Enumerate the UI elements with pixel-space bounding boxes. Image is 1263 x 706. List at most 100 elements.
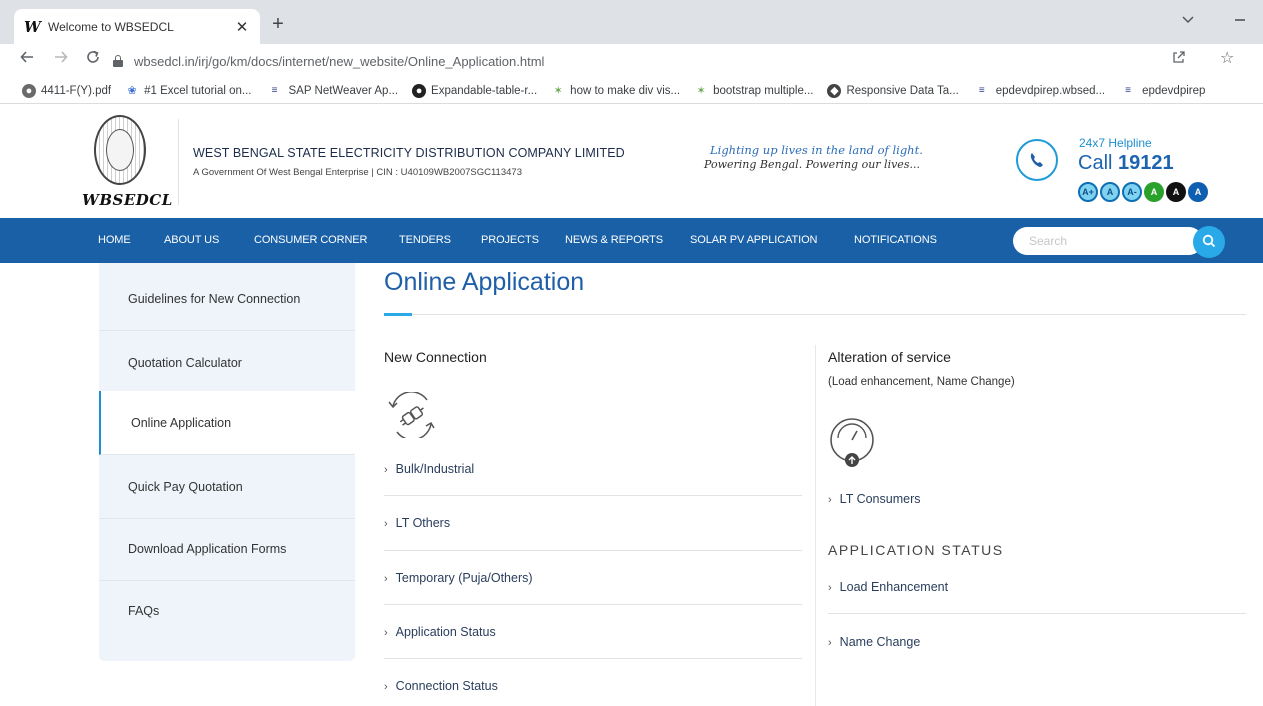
theme-high-contrast-button[interactable]: A bbox=[1166, 182, 1186, 202]
header-divider bbox=[178, 119, 179, 205]
font-increase-button[interactable]: A+ bbox=[1078, 182, 1098, 202]
sidebar-item-quotation-calculator[interactable]: Quotation Calculator bbox=[99, 331, 355, 395]
tab-search-chevron-icon[interactable] bbox=[1182, 13, 1194, 27]
sidebar-item-download-forms[interactable]: Download Application Forms bbox=[99, 517, 355, 581]
bookmark-label: SAP NetWeaver Ap... bbox=[288, 84, 399, 97]
browser-tab[interactable]: W Welcome to WBSEDCL ✕ bbox=[14, 9, 260, 44]
bookmarks-bar: ● 4411-F(Y).pdf ❀ #1 Excel tutorial on... ≡ S… bbox=[0, 78, 1263, 104]
stackoverflow-icon: ✶ bbox=[696, 84, 706, 97]
bookmark-item[interactable]: ≡ epdevdpirep.wbsed... bbox=[973, 84, 1105, 98]
theme-blue-button[interactable]: A bbox=[1188, 182, 1208, 202]
stackoverflow-icon: ✶ bbox=[553, 84, 563, 97]
link-lt-others[interactable]: › LT Others bbox=[384, 516, 450, 530]
browser-toolbar: wbsedcl.in/irj/go/km/docs/internet/new_w… bbox=[0, 44, 1263, 78]
phone-call-icon bbox=[1016, 139, 1058, 181]
lock-icon[interactable] bbox=[112, 55, 124, 67]
tagline-line-1: Lighting up lives in the land of light. bbox=[710, 143, 923, 157]
theme-green-button[interactable]: A bbox=[1144, 182, 1164, 202]
chevron-right-icon: › bbox=[384, 464, 388, 476]
nav-consumer-corner[interactable]: CONSUMER CORNER bbox=[254, 234, 368, 246]
url-text[interactable]: wbsedcl.in/irj/go/km/docs/internet/new_w… bbox=[134, 54, 544, 69]
title-rule bbox=[384, 314, 1246, 315]
nav-tenders[interactable]: TENDERS bbox=[399, 234, 451, 246]
row-divider bbox=[384, 550, 802, 551]
link-connection-status[interactable]: › Connection Status bbox=[384, 679, 498, 693]
sap-icon: ≡ bbox=[1125, 84, 1132, 96]
wbsedcl-logo[interactable]: WBSEDCL bbox=[82, 115, 174, 209]
sap-icon: ≡ bbox=[271, 84, 278, 96]
sidebar: Guidelines for New Connection Quotation … bbox=[99, 263, 355, 661]
bookmark-item[interactable]: ● 4411-F(Y).pdf bbox=[22, 83, 112, 98]
link-application-status[interactable]: › Application Status bbox=[384, 625, 496, 639]
search-input[interactable] bbox=[1013, 227, 1203, 255]
meter-gauge-icon bbox=[826, 416, 878, 473]
bookmark-item[interactable]: ✶ how to make div vis... bbox=[551, 84, 681, 98]
bookmark-item[interactable]: ◆ Responsive Data Ta... bbox=[827, 83, 959, 98]
emblem-seal-icon bbox=[94, 115, 146, 185]
nav-about-us[interactable]: ABOUT US bbox=[164, 234, 219, 246]
new-connection-plug-icon bbox=[385, 391, 439, 441]
sidebar-item-online-application[interactable]: Online Application bbox=[99, 391, 355, 455]
helpline-number[interactable]: Call 19121 bbox=[1078, 152, 1174, 175]
bookmark-star-icon[interactable]: ☆ bbox=[1220, 48, 1234, 68]
alteration-subheading: (Load enhancement, Name Change) bbox=[828, 376, 1015, 388]
bookmark-item[interactable]: ❀ #1 Excel tutorial on... bbox=[125, 84, 252, 98]
wbsedcl-favicon-icon: W bbox=[24, 17, 41, 36]
chevron-right-icon: › bbox=[384, 627, 388, 639]
helpline-digits: 19121 bbox=[1118, 152, 1174, 174]
chevron-right-icon: › bbox=[828, 582, 832, 594]
nav-solar-pv-application[interactable]: SOLAR PV APPLICATION bbox=[690, 234, 818, 246]
nav-news-reports[interactable]: NEWS & REPORTS bbox=[565, 234, 663, 246]
bookmark-label: epdevdpirep.wbsed... bbox=[995, 84, 1106, 97]
nav-home[interactable]: HOME bbox=[98, 234, 131, 246]
bookmark-label: how to make div vis... bbox=[570, 84, 681, 97]
sidebar-item-faqs[interactable]: FAQs bbox=[99, 579, 355, 643]
bookmark-item[interactable]: ≡ epdevdpirep bbox=[1119, 84, 1205, 98]
bookmark-item[interactable]: ≡ SAP NetWeaver Ap... bbox=[266, 84, 399, 98]
new-tab-button[interactable]: + bbox=[268, 13, 288, 36]
application-status-heading: APPLICATION STATUS bbox=[828, 542, 1004, 558]
address-bar[interactable]: wbsedcl.in/irj/go/km/docs/internet/new_w… bbox=[112, 49, 1252, 73]
sap-icon: ≡ bbox=[978, 84, 985, 96]
font-normal-button[interactable]: A bbox=[1100, 182, 1120, 202]
bookmark-label: bootstrap multiple... bbox=[713, 84, 814, 97]
back-arrow-icon[interactable] bbox=[18, 50, 36, 69]
page-title: Online Application bbox=[384, 268, 585, 296]
chevron-right-icon: › bbox=[384, 681, 388, 693]
link-load-enhancement[interactable]: › Load Enhancement bbox=[828, 580, 948, 594]
github-icon: ● bbox=[412, 83, 427, 98]
bookmark-label: 4411-F(Y).pdf bbox=[41, 84, 112, 97]
sidebar-item-quick-pay-quotation[interactable]: Quick Pay Quotation bbox=[99, 455, 355, 519]
row-divider bbox=[384, 658, 802, 659]
helpline-label: 24x7 Helpline bbox=[1079, 136, 1152, 150]
link-temporary-puja-others[interactable]: › Temporary (Puja/Others) bbox=[384, 571, 533, 585]
forward-arrow-icon[interactable] bbox=[52, 50, 70, 69]
share-icon[interactable] bbox=[1172, 50, 1186, 67]
bookmark-item[interactable]: ✶ bootstrap multiple... bbox=[694, 84, 814, 98]
site-header: WBSEDCL WEST BENGAL STATE ELECTRICITY DI… bbox=[0, 105, 1263, 218]
alteration-heading: Alteration of service bbox=[828, 349, 951, 365]
chevron-right-icon: › bbox=[828, 494, 832, 506]
font-decrease-button[interactable]: A- bbox=[1122, 182, 1142, 202]
minimize-window-icon[interactable] bbox=[1234, 9, 1246, 30]
search-button[interactable] bbox=[1193, 226, 1225, 258]
link-name-change[interactable]: › Name Change bbox=[828, 635, 920, 649]
row-divider bbox=[828, 613, 1246, 614]
bookmark-item[interactable]: ● Expandable-table-r... bbox=[412, 83, 537, 98]
nav-projects[interactable]: PROJECTS bbox=[481, 234, 539, 246]
tab-title: Welcome to WBSEDCL bbox=[48, 19, 174, 34]
sidebar-item-guidelines[interactable]: Guidelines for New Connection bbox=[99, 267, 355, 331]
logo-wordmark: WBSEDCL bbox=[82, 191, 173, 209]
helpline-prefix: Call bbox=[1078, 152, 1113, 174]
chevron-right-icon: › bbox=[828, 637, 832, 649]
browser-tabstrip: W Welcome to WBSEDCL ✕ + bbox=[0, 0, 1263, 44]
chevron-right-icon: › bbox=[384, 573, 388, 585]
company-subtitle: A Government Of West Bengal Enterprise |… bbox=[193, 167, 522, 178]
link-lt-consumers[interactable]: › LT Consumers bbox=[828, 492, 921, 506]
link-bulk-industrial[interactable]: › Bulk/Industrial bbox=[384, 462, 474, 476]
nav-notifications[interactable]: NOTIFICATIONS bbox=[854, 234, 937, 246]
close-tab-icon[interactable]: ✕ bbox=[234, 18, 250, 36]
reload-icon[interactable] bbox=[84, 50, 102, 69]
accessibility-controls: A+ A A- A A A bbox=[1078, 182, 1208, 202]
bookmark-label: Responsive Data Ta... bbox=[846, 84, 959, 97]
